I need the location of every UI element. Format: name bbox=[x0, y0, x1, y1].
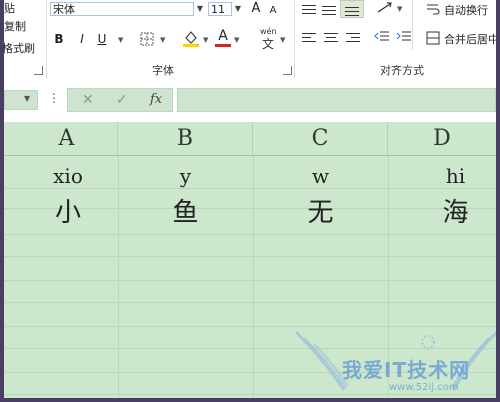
font-group-label: 字体 bbox=[152, 64, 174, 77]
wrap-text-icon[interactable] bbox=[426, 2, 440, 16]
font-color-icon[interactable]: A bbox=[216, 28, 230, 44]
align-top-icon[interactable] bbox=[302, 4, 316, 16]
font-size-dropdown-icon[interactable]: ▼ bbox=[232, 2, 244, 16]
column-header-b[interactable]: B bbox=[118, 122, 253, 156]
font-launcher-icon[interactable] bbox=[283, 66, 292, 75]
name-box-dropdown-icon[interactable]: ▼ bbox=[24, 94, 30, 103]
cell-c2[interactable]: 无 bbox=[253, 192, 388, 229]
merge-center-button[interactable]: 合并后居中 bbox=[444, 31, 496, 47]
font-color-dropdown-icon[interactable]: ▼ bbox=[234, 36, 239, 44]
wrap-text-button[interactable]: 自动换行 bbox=[444, 2, 488, 18]
column-header-a[interactable]: A bbox=[4, 122, 118, 156]
fill-color-dropdown-icon[interactable]: ▼ bbox=[203, 36, 208, 44]
increase-indent-icon[interactable] bbox=[396, 30, 412, 44]
phonetic-dropdown-icon[interactable]: ▼ bbox=[280, 36, 285, 44]
align-bottom-button[interactable] bbox=[340, 0, 364, 18]
italic-button[interactable]: I bbox=[77, 31, 87, 47]
clipboard-launcher-icon[interactable] bbox=[34, 66, 43, 75]
font-name-dropdown-icon[interactable]: ▼ bbox=[194, 2, 206, 16]
insert-function-icon[interactable]: fx bbox=[150, 92, 162, 107]
cell-d2[interactable]: 海 bbox=[388, 192, 496, 229]
phonetic-icon[interactable]: 文 bbox=[262, 35, 274, 52]
watermark: 我爱IT技术网 www.52ij.com bbox=[294, 330, 496, 398]
cell-a1[interactable]: xio bbox=[18, 164, 118, 188]
watermark-text: 我爱IT技术网 bbox=[342, 358, 471, 382]
decrease-indent-icon[interactable] bbox=[374, 30, 390, 44]
confirm-icon[interactable]: ✓ bbox=[116, 92, 128, 108]
cell-c1[interactable]: w bbox=[253, 164, 388, 188]
group-separator bbox=[412, 0, 413, 50]
cell-b2[interactable]: 鱼 bbox=[118, 192, 253, 229]
grid-line bbox=[4, 302, 496, 303]
group-separator bbox=[46, 0, 47, 78]
column-header-d[interactable]: D bbox=[388, 122, 496, 156]
more-options-icon[interactable]: ⋮ bbox=[48, 91, 60, 105]
copy-button[interactable]: 复制 bbox=[4, 18, 26, 34]
align-middle-icon[interactable] bbox=[322, 4, 336, 16]
spreadsheet-window: 贴 复制 格式刷 宋体 ▼ 11 ▼ A A B I U ▼ ▼ ▼ A ▼ w… bbox=[4, 0, 496, 398]
underline-button[interactable]: U bbox=[96, 31, 108, 47]
align-left-icon[interactable] bbox=[302, 32, 316, 44]
alignment-group-label: 对齐方式 bbox=[380, 64, 424, 77]
merge-center-icon[interactable] bbox=[426, 31, 440, 45]
name-box[interactable] bbox=[4, 90, 38, 110]
group-separator bbox=[294, 0, 295, 78]
cell-a2[interactable]: 小 bbox=[18, 192, 118, 229]
orientation-dropdown-icon[interactable]: ▼ bbox=[397, 5, 402, 13]
paste-button[interactable]: 贴 bbox=[4, 0, 15, 16]
grid-line bbox=[4, 280, 496, 281]
border-icon[interactable] bbox=[140, 32, 154, 46]
formula-input[interactable] bbox=[177, 88, 496, 112]
align-center-icon[interactable] bbox=[324, 32, 338, 44]
format-painter-button[interactable]: 格式刷 bbox=[4, 40, 35, 56]
bold-button[interactable]: B bbox=[53, 31, 65, 47]
decrease-font-button[interactable]: A bbox=[268, 3, 278, 19]
border-dropdown-icon[interactable]: ▼ bbox=[160, 36, 165, 44]
increase-font-button[interactable]: A bbox=[250, 1, 262, 17]
font-color-bar bbox=[215, 44, 231, 47]
align-right-icon[interactable] bbox=[346, 32, 360, 44]
cell-d1[interactable]: hi bbox=[388, 164, 496, 188]
grid-line bbox=[4, 234, 496, 235]
grid-line bbox=[4, 326, 496, 327]
font-name-input[interactable]: 宋体 bbox=[50, 2, 194, 16]
grid-line bbox=[4, 188, 496, 189]
formula-buttons: ✕ ✓ fx bbox=[67, 88, 173, 112]
grid-line bbox=[4, 256, 496, 257]
orientation-icon[interactable] bbox=[376, 0, 396, 16]
ribbon: 贴 复制 格式刷 宋体 ▼ 11 ▼ A A B I U ▼ ▼ ▼ A ▼ w… bbox=[4, 0, 496, 81]
cancel-icon[interactable]: ✕ bbox=[82, 92, 94, 108]
underline-dropdown-icon[interactable]: ▼ bbox=[118, 36, 123, 44]
font-size-input[interactable]: 11 bbox=[208, 2, 232, 16]
column-header-c[interactable]: C bbox=[253, 122, 388, 156]
formula-bar: ▼ ⋮ ✕ ✓ fx bbox=[4, 80, 496, 122]
cell-b1[interactable]: y bbox=[118, 164, 253, 188]
watermark-url: www.52ij.com bbox=[389, 382, 459, 393]
fill-color-icon[interactable] bbox=[182, 28, 200, 48]
